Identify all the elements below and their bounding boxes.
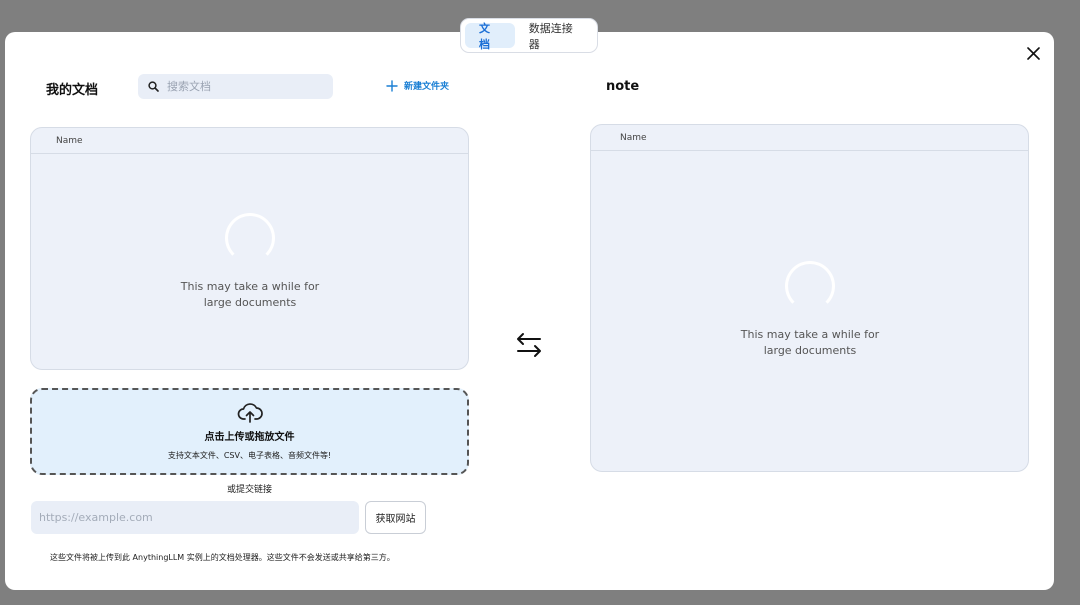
close-icon [1026, 46, 1040, 60]
loading-line-2: large documents [763, 344, 857, 357]
swap-button[interactable] [514, 330, 544, 360]
workspace-documents-list: Name This may take a while for large doc… [590, 124, 1029, 472]
fetch-website-button[interactable]: 获取网站 [365, 501, 426, 534]
my-documents-list: Name This may take a while for large doc… [30, 127, 469, 370]
tab-documents[interactable]: 文档 [465, 22, 515, 51]
workspace-title: note [606, 79, 640, 94]
search-box[interactable] [138, 74, 333, 99]
or-submit-link-label: 或提交链接 [226, 485, 272, 495]
url-input[interactable] [31, 501, 359, 534]
upload-title: 点击上传或拖放文件 [204, 432, 295, 443]
new-folder-label: 新建文件夹 [404, 82, 450, 92]
column-header-name: Name [31, 128, 468, 154]
loading-line-1: This may take a while for [180, 280, 320, 293]
close-button[interactable] [1021, 41, 1045, 65]
swap-arrows-icon [517, 333, 541, 357]
search-input[interactable] [167, 80, 317, 93]
upload-subtitle: 支持文本文件、CSV、电子表格、音频文件等! [167, 451, 332, 460]
tab-data-connectors[interactable]: 数据连接器 [519, 22, 593, 51]
loading-line-1: This may take a while for [740, 328, 880, 341]
search-icon [148, 81, 159, 92]
tab-switcher: 文档 数据连接器 [460, 18, 598, 53]
loading-message: This may take a while for large document… [150, 279, 350, 311]
loading-message: This may take a while for large document… [710, 327, 910, 359]
new-folder-button[interactable]: 新建文件夹 [386, 79, 449, 92]
column-header-name: Name [591, 125, 1028, 151]
loading-line-2: large documents [203, 296, 297, 309]
privacy-note: 这些文件将被上传到此 AnythingLLM 实例上的文档处理器。这些文件不会发… [50, 553, 395, 562]
loading-spinner-icon [225, 213, 275, 263]
upload-dropzone[interactable]: 点击上传或拖放文件 支持文本文件、CSV、电子表格、音频文件等! [30, 388, 469, 475]
cloud-upload-icon [237, 403, 263, 423]
loading-spinner-icon [785, 261, 835, 311]
my-documents-title: 我的文档 [46, 83, 99, 98]
plus-icon [386, 79, 398, 92]
